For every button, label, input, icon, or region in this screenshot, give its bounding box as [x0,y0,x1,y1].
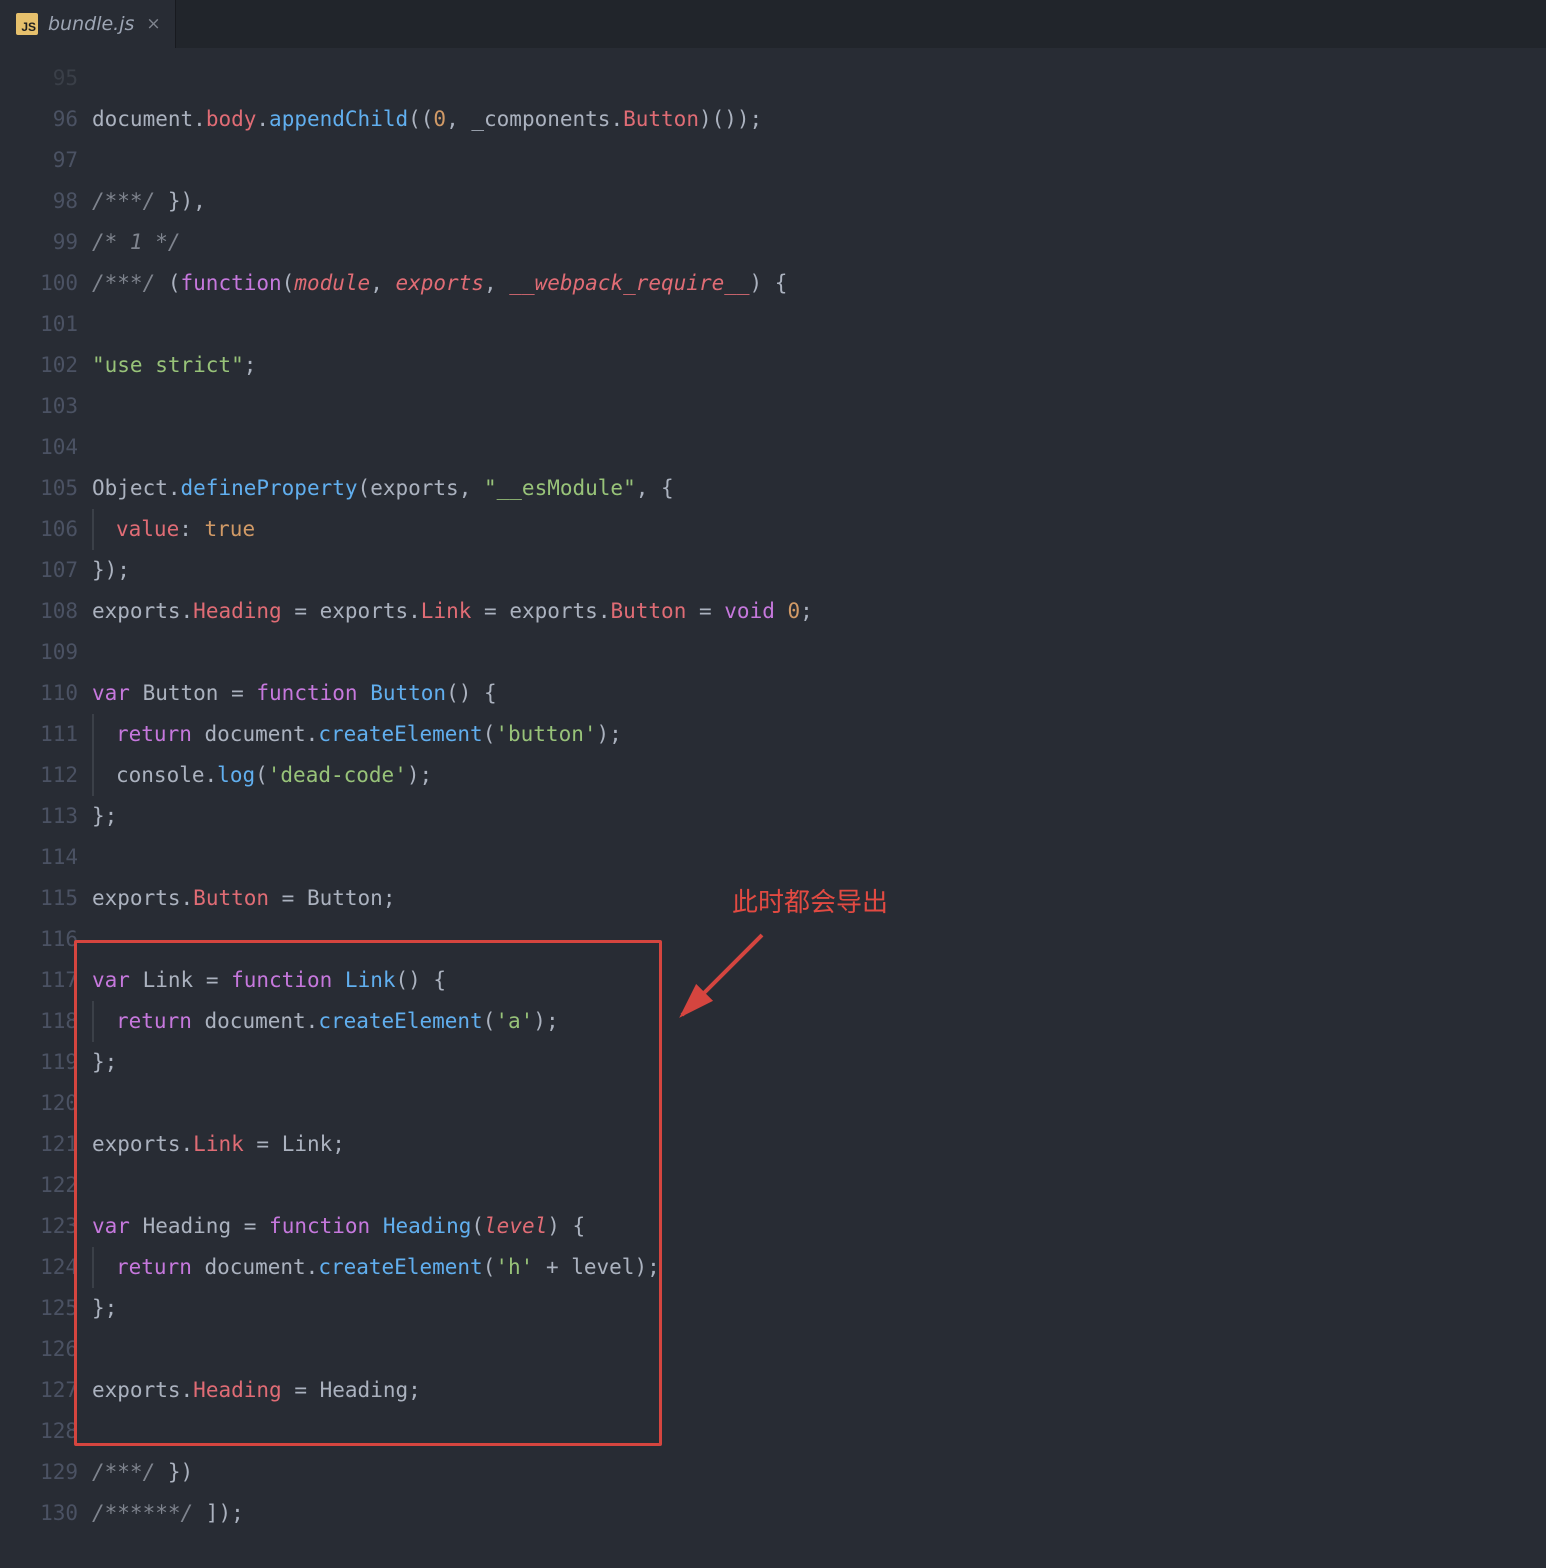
line-number: 97 [0,140,78,181]
code-line[interactable] [92,386,1546,427]
javascript-file-icon: JS [16,13,38,35]
annotation-text: 此时都会导出 [732,882,888,919]
code-line[interactable]: document.body.appendChild((0, _component… [92,99,1546,140]
line-number: 123 [0,1206,78,1247]
tab-bar: JS bundle.js × [0,0,1546,48]
code-line[interactable]: /* 1 */ [92,222,1546,263]
code-line[interactable]: var Heading = function Heading(level) { [92,1206,1546,1247]
code-area[interactable]: document.body.appendChild((0, _component… [92,58,1546,1568]
code-line[interactable]: Object.defineProperty(exports, "__esModu… [92,468,1546,509]
line-number: 125 [0,1288,78,1329]
code-line[interactable]: /***/ }) [92,1452,1546,1493]
code-line[interactable] [92,304,1546,345]
code-line[interactable]: }; [92,1042,1546,1083]
line-number: 121 [0,1124,78,1165]
line-number: 95 [0,58,78,99]
line-number-gutter: 9596979899100101102103104105106107108109… [0,58,92,1568]
line-number: 101 [0,304,78,345]
line-number: 129 [0,1452,78,1493]
line-number: 118 [0,1001,78,1042]
code-line[interactable]: var Button = function Button() { [92,673,1546,714]
line-number: 124 [0,1247,78,1288]
line-number: 102 [0,345,78,386]
line-number: 111 [0,714,78,755]
line-number: 100 [0,263,78,304]
line-number: 107 [0,550,78,591]
code-line[interactable]: exports.Link = Link; [92,1124,1546,1165]
code-line[interactable] [92,58,1546,99]
code-line[interactable]: var Link = function Link() { [92,960,1546,1001]
code-line[interactable]: }; [92,1288,1546,1329]
code-line[interactable]: value: true [92,509,1546,550]
line-number: 128 [0,1411,78,1452]
line-number: 98 [0,181,78,222]
code-line[interactable] [92,1411,1546,1452]
close-icon[interactable]: × [146,14,160,34]
line-number: 119 [0,1042,78,1083]
line-number: 120 [0,1083,78,1124]
code-line[interactable]: "use strict"; [92,345,1546,386]
code-line[interactable] [92,837,1546,878]
line-number: 108 [0,591,78,632]
line-number: 110 [0,673,78,714]
code-line[interactable] [92,632,1546,673]
code-editor[interactable]: 9596979899100101102103104105106107108109… [0,48,1546,1568]
line-number: 117 [0,960,78,1001]
line-number: 106 [0,509,78,550]
code-line[interactable]: console.log('dead-code'); [92,755,1546,796]
line-number: 103 [0,386,78,427]
code-line[interactable]: /***/ (function(module, exports, __webpa… [92,263,1546,304]
code-line[interactable]: }); [92,550,1546,591]
line-number: 99 [0,222,78,263]
line-number: 116 [0,919,78,960]
code-line[interactable]: exports.Heading = Heading; [92,1370,1546,1411]
line-number: 127 [0,1370,78,1411]
code-line[interactable] [92,1165,1546,1206]
line-number: 112 [0,755,78,796]
line-number: 104 [0,427,78,468]
line-number: 113 [0,796,78,837]
code-line[interactable] [92,140,1546,181]
code-line[interactable]: /******/ ]); [92,1493,1546,1534]
code-line[interactable]: return document.createElement('a'); [92,1001,1546,1042]
line-number: 105 [0,468,78,509]
line-number: 114 [0,837,78,878]
code-line[interactable] [92,919,1546,960]
tab-filename: bundle.js [48,13,134,35]
code-line[interactable]: return document.createElement('h' + leve… [92,1247,1546,1288]
tab-bundle-js[interactable]: JS bundle.js × [0,0,176,48]
code-line[interactable] [92,1329,1546,1370]
code-line[interactable]: return document.createElement('button'); [92,714,1546,755]
code-line[interactable] [92,1083,1546,1124]
code-line[interactable]: /***/ }), [92,181,1546,222]
line-number: 109 [0,632,78,673]
line-number: 115 [0,878,78,919]
code-line[interactable]: exports.Heading = exports.Link = exports… [92,591,1546,632]
line-number: 126 [0,1329,78,1370]
line-number: 130 [0,1493,78,1534]
line-number: 96 [0,99,78,140]
line-number: 122 [0,1165,78,1206]
code-line[interactable]: }; [92,796,1546,837]
code-line[interactable] [92,427,1546,468]
